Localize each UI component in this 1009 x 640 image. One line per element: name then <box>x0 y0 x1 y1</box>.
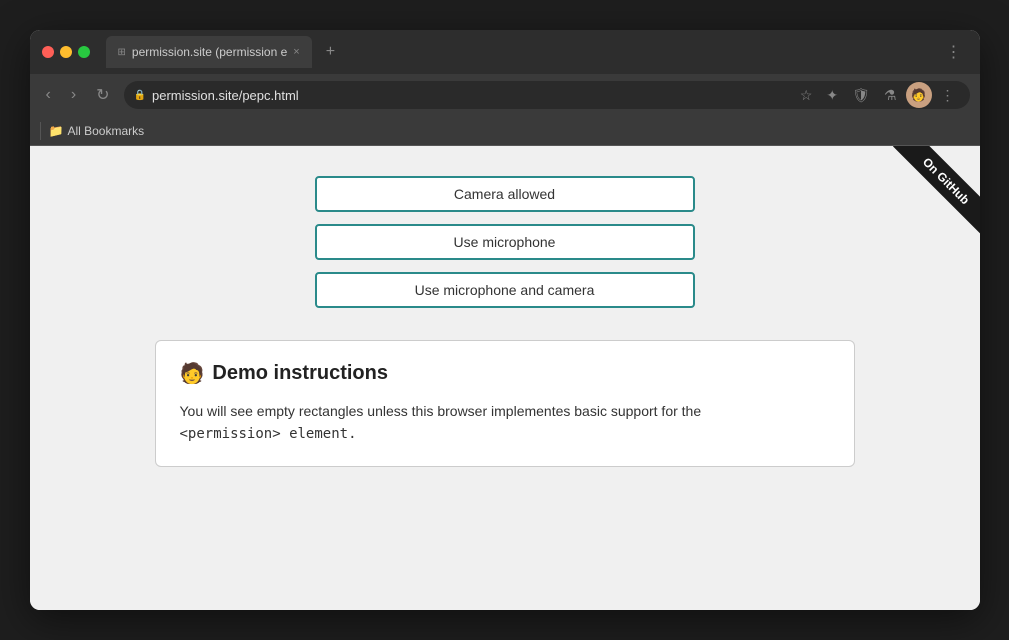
browser-window: ⊞ permission.site (permission e × + ⋮ ‹ … <box>30 30 980 610</box>
all-bookmarks[interactable]: 📁 All Bookmarks <box>49 124 145 138</box>
demo-code: <permission> element. <box>180 426 357 442</box>
more-button[interactable]: ⋮ <box>936 84 960 107</box>
profile-avatar[interactable]: 🧑 <box>906 82 932 108</box>
forward-button[interactable]: › <box>65 82 82 108</box>
demo-title-text: Demo instructions <box>212 362 388 385</box>
active-tab[interactable]: ⊞ permission.site (permission e × <box>106 36 312 68</box>
nav-bar: ‹ › ↻ 🔒 permission.site/pepc.html ☆ ✦ 🛡 … <box>30 74 980 116</box>
demo-instructions-box: 🧑 Demo instructions You will see empty r… <box>155 340 855 467</box>
title-bar: ⊞ permission.site (permission e × + ⋮ <box>30 30 980 74</box>
address-text: permission.site/pepc.html <box>152 88 789 103</box>
bookmarks-bar: 📁 All Bookmarks <box>30 116 980 146</box>
lock-icon: 🔒 <box>134 90 146 101</box>
maximize-button[interactable] <box>78 46 90 58</box>
shield-button[interactable]: 🛡 <box>847 84 875 107</box>
bookmarks-divider <box>40 122 41 140</box>
use-microphone-button[interactable]: Use microphone <box>315 224 695 260</box>
bookmarks-label: All Bookmarks <box>67 124 144 138</box>
camera-allowed-button[interactable]: Camera allowed <box>315 176 695 212</box>
tab-site-icon: ⊞ <box>118 47 126 58</box>
tab-label: permission.site (permission e <box>132 45 287 59</box>
github-ribbon-label: On GitHub <box>892 146 979 234</box>
tab-close-button[interactable]: × <box>293 46 299 58</box>
page-content: On GitHub Camera allowed Use microphone … <box>30 146 980 610</box>
github-ribbon[interactable]: On GitHub <box>860 146 980 266</box>
tab-bar: ⊞ permission.site (permission e × + <box>106 36 932 68</box>
demo-title: 🧑 Demo instructions <box>180 361 830 386</box>
lab-button[interactable]: ⚗ <box>879 84 902 107</box>
address-actions: ☆ ✦ 🛡 ⚗ 🧑 ⋮ <box>795 82 960 108</box>
folder-icon: 📁 <box>49 124 64 138</box>
star-button[interactable]: ☆ <box>795 84 818 107</box>
address-bar[interactable]: 🔒 permission.site/pepc.html ☆ ✦ 🛡 ⚗ 🧑 ⋮ <box>124 81 970 109</box>
demo-description: You will see empty rectangles unless thi… <box>180 400 830 446</box>
page-center: Camera allowed Use microphone Use microp… <box>155 176 855 467</box>
traffic-lights <box>42 46 90 58</box>
reload-button[interactable]: ↻ <box>90 81 115 109</box>
back-button[interactable]: ‹ <box>40 82 57 108</box>
close-button[interactable] <box>42 46 54 58</box>
minimize-button[interactable] <box>60 46 72 58</box>
ai-button[interactable]: ✦ <box>821 84 843 107</box>
extensions-button[interactable]: ⋮ <box>940 38 968 66</box>
demo-icon: 🧑 <box>180 361 205 386</box>
new-tab-button[interactable]: + <box>318 39 343 65</box>
use-mic-camera-button[interactable]: Use microphone and camera <box>315 272 695 308</box>
